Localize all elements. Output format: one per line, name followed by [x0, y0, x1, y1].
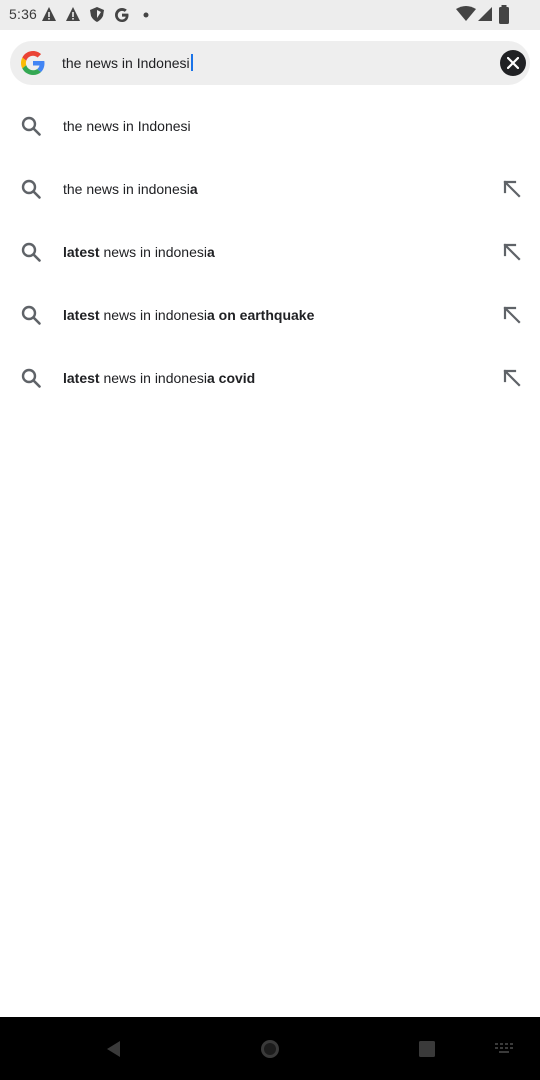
fill-query-button[interactable] — [498, 301, 526, 329]
suggestion-item[interactable]: the news in Indonesi — [0, 94, 540, 157]
keyboard-button[interactable] — [492, 1035, 520, 1063]
suggestion-label: the news in indonesia — [63, 181, 198, 197]
home-icon — [261, 1040, 279, 1058]
search-bar[interactable]: the news in Indonesi — [10, 41, 530, 85]
suggestion-label: latest news in indonesia covid — [63, 370, 256, 386]
text-caret — [190, 54, 193, 71]
search-icon — [20, 115, 42, 137]
google-icon — [113, 6, 131, 24]
status-time: 5:36 — [9, 6, 38, 22]
suggestion-item[interactable]: the news in indonesia — [0, 157, 540, 220]
keyboard-icon — [495, 1043, 513, 1053]
navigation-bar — [0, 1017, 540, 1080]
suggestion-label: the news in Indonesi — [63, 118, 191, 134]
back-button[interactable] — [100, 1035, 128, 1063]
close-icon — [507, 57, 519, 69]
google-g-icon — [21, 51, 45, 75]
search-query: the news in Indonesi — [62, 55, 190, 71]
search-input[interactable]: the news in Indonesi — [62, 52, 482, 74]
fill-query-button[interactable] — [498, 175, 526, 203]
clear-button[interactable] — [500, 50, 526, 76]
signal-icon — [477, 6, 493, 24]
alert-icon — [41, 6, 57, 24]
fill-query-button[interactable] — [498, 364, 526, 392]
battery-icon — [498, 5, 510, 24]
status-bar: 5:36 — [0, 0, 540, 30]
wifi-icon — [456, 6, 476, 24]
search-icon — [20, 367, 42, 389]
arrow-up-left-icon — [503, 243, 521, 261]
suggestion-item[interactable]: latest news in indonesia — [0, 220, 540, 283]
recents-button[interactable] — [413, 1035, 441, 1063]
dot-icon — [143, 12, 149, 30]
home-button[interactable] — [256, 1035, 284, 1063]
suggestion-item[interactable]: latest news in indonesia on earthquake — [0, 283, 540, 346]
suggestion-label: latest news in indonesia on earthquake — [63, 307, 315, 323]
alert-icon — [65, 6, 81, 24]
shield-icon — [89, 6, 105, 24]
recents-icon — [419, 1041, 435, 1057]
arrow-up-left-icon — [503, 180, 521, 198]
suggestion-list: the news in Indonesi the news in indones… — [0, 94, 540, 409]
search-icon — [20, 241, 42, 263]
search-icon — [20, 304, 42, 326]
fill-query-button[interactable] — [498, 238, 526, 266]
arrow-up-left-icon — [503, 306, 521, 324]
search-icon — [20, 178, 42, 200]
back-icon — [107, 1041, 120, 1057]
suggestion-label: latest news in indonesia — [63, 244, 215, 260]
arrow-up-left-icon — [503, 369, 521, 387]
suggestion-item[interactable]: latest news in indonesia covid — [0, 346, 540, 409]
